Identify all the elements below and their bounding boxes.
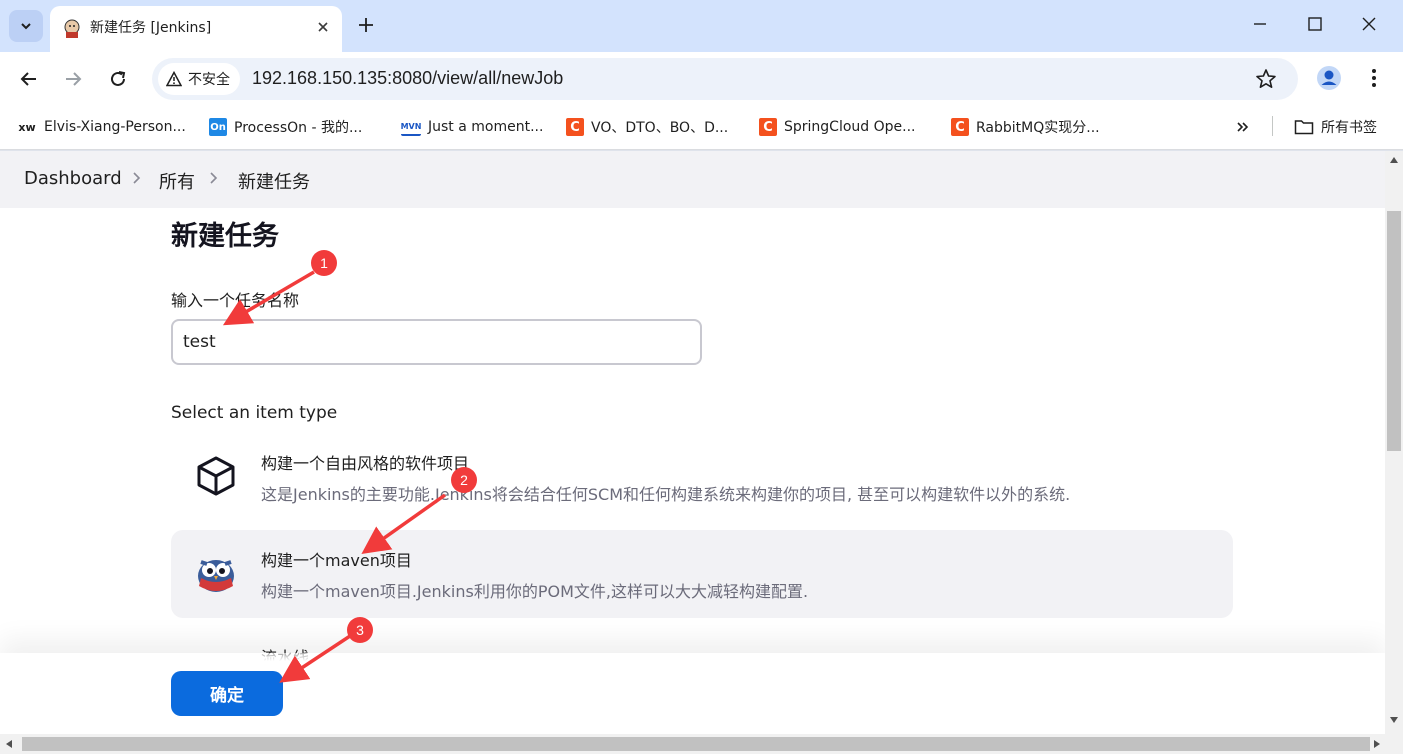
more-vertical-icon [1372,69,1376,87]
bookmark-item[interactable]: MVN Just a moment... [401,116,543,138]
warning-icon [166,71,182,87]
horizontal-scrollbar-thumb[interactable] [22,737,1370,751]
reload-button[interactable] [102,63,134,95]
browser-menu-button[interactable] [1362,63,1386,93]
minimize-icon [1254,23,1266,25]
maximize-icon [1308,17,1322,31]
new-tab-button[interactable] [352,11,380,39]
item-type-heading: Select an item type [171,403,338,423]
processon-site-icon: On [209,118,227,136]
scroll-left-arrow-icon[interactable] [6,740,12,748]
browser-toolbar: 不安全 192.168.150.135:8080/view/all/newJob [0,52,1403,106]
bookmark-item[interactable]: C RabbitMQ实现分... [951,116,1100,138]
bookmark-item[interactable]: C SpringCloud Ope... [759,116,916,138]
chevron-right-icon [133,172,141,184]
avatar-icon [1317,66,1341,90]
breadcrumb-all[interactable]: 所有 [159,168,195,194]
annotation-marker: 2 [451,467,477,493]
item-type-title: 构建一个自由风格的软件项目 [261,454,470,473]
csdn-site-icon: C [566,118,584,136]
item-type-maven[interactable]: 构建一个maven项目 构建一个maven项目.Jenkins利用你的POM文件… [171,530,1233,618]
security-chip[interactable]: 不安全 [158,63,240,95]
tab-title: 新建任务 [Jenkins] [90,20,212,36]
back-button[interactable] [13,63,45,95]
bookmarks-divider [1272,116,1273,136]
annotation-marker: 3 [347,617,373,643]
forward-button[interactable] [57,63,89,95]
horizontal-scrollbar[interactable] [0,734,1403,754]
plus-icon [359,18,373,32]
bookmark-item[interactable]: xw Elvis-Xiang-Person... [17,116,186,138]
csdn-site-icon: C [951,118,969,136]
profile-button[interactable] [1314,63,1344,93]
bookmark-item[interactable]: On ProcessOn - 我的... [209,116,362,138]
breadcrumb: Dashboard 所有 新建任务 [0,151,1385,208]
url-text[interactable]: 192.168.150.135:8080/view/all/newJob [252,68,563,89]
all-bookmarks-button[interactable]: 所有书签 [1294,116,1377,138]
breadcrumb-dashboard[interactable]: Dashboard [24,168,122,189]
csdn-site-icon: C [759,118,777,136]
item-type-description: 构建一个maven项目.Jenkins利用你的POM文件,这样可以大大减轻构建配… [261,582,809,601]
annotation-marker: 1 [311,250,337,276]
item-name-input[interactable] [171,319,702,365]
maven-owl-icon [198,560,234,592]
arrow-left-icon [20,72,36,86]
bookmark-label: Elvis-Xiang-Person... [44,119,186,135]
bookmark-item[interactable]: C VO、DTO、BO、D... [566,116,728,138]
double-chevron-right-icon [1237,122,1249,132]
window-close-button[interactable] [1347,6,1391,42]
item-type-title: 构建一个maven项目 [261,551,412,570]
bookmark-label: Just a moment... [428,119,544,135]
tab-close-button[interactable] [312,16,334,38]
cube-icon [197,456,235,496]
jenkins-favicon-icon [64,19,80,38]
page-title: 新建任务 [171,221,279,252]
item-type-freestyle[interactable]: 构建一个自由风格的软件项目 这是Jenkins的主要功能.Jenkins将会结合… [171,433,1233,521]
minimize-button[interactable] [1238,6,1282,42]
bookmark-label: VO、DTO、BO、D... [591,120,729,136]
item-name-label: 输入一个任务名称 [171,291,300,310]
security-label: 不安全 [188,72,230,88]
arrow-right-icon [66,72,82,86]
bookmarks-overflow-button[interactable] [1236,116,1250,138]
item-type-description: 这是Jenkins的主要功能.Jenkins将会结合任何SCM和任何构建系统来构… [261,485,1071,504]
ok-button[interactable]: 确定 [171,671,283,716]
chevron-down-icon [21,23,31,30]
bookmark-label: ProcessOn - 我的... [234,120,363,136]
active-tab[interactable]: 新建任务 [Jenkins] [50,6,342,52]
all-bookmarks-label: 所有书签 [1321,120,1377,136]
maximize-button[interactable] [1293,6,1337,42]
tab-search-button[interactable] [9,10,43,42]
bookmarks-bar: xw Elvis-Xiang-Person... On ProcessOn - … [0,106,1403,150]
close-icon [318,22,328,32]
scroll-up-arrow-icon[interactable] [1390,157,1398,163]
bookmark-label: SpringCloud Ope... [784,119,916,135]
scroll-down-arrow-icon[interactable] [1390,717,1398,723]
page-viewport: Dashboard 所有 新建任务 新建任务 输入一个任务名称 Select a… [0,151,1385,734]
vertical-scrollbar-thumb[interactable] [1387,211,1401,451]
vertical-scrollbar[interactable] [1385,151,1403,734]
reload-icon [111,71,126,86]
mvn-site-icon: MVN [401,118,421,136]
chevron-right-icon [210,172,218,184]
address-bar[interactable]: 不安全 192.168.150.135:8080/view/all/newJob [152,58,1298,100]
bookmark-star-icon[interactable] [1254,67,1278,91]
tab-strip: 新建任务 [Jenkins] [0,0,1403,52]
bookmark-label: RabbitMQ实现分... [976,120,1100,136]
breadcrumb-current: 新建任务 [238,172,310,193]
xw-site-icon: xw [18,120,36,134]
folder-icon [1294,120,1314,135]
close-icon [1362,17,1376,31]
scroll-right-arrow-icon[interactable] [1374,740,1380,748]
